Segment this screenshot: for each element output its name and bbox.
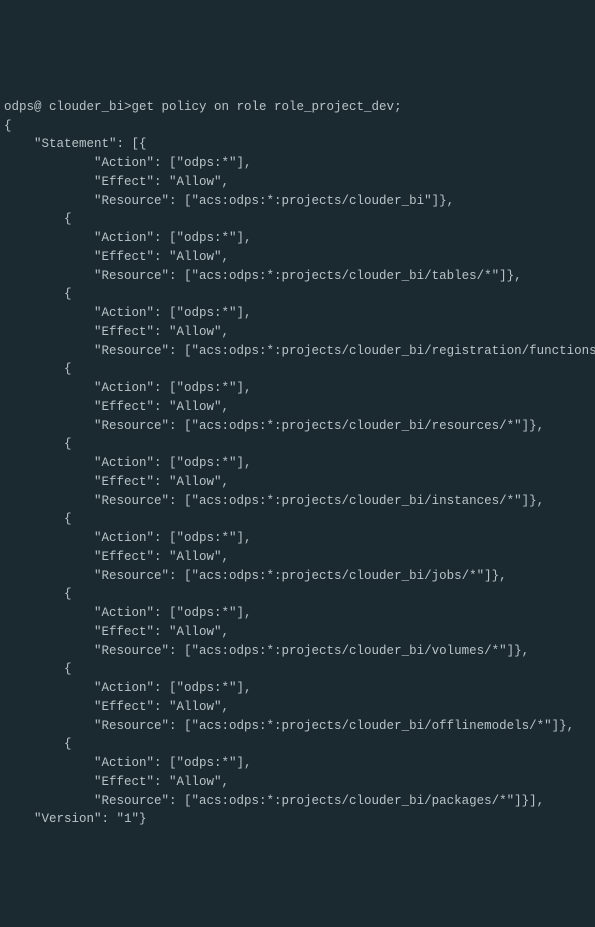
- stmt-2-open: {: [4, 287, 72, 301]
- stmt-7-effect: "Effect": "Allow",: [4, 700, 229, 714]
- stmt-7-open: {: [4, 662, 72, 676]
- prompt-line: odps@ clouder_bi>get policy on role role…: [4, 100, 402, 114]
- stmt-2-resource: "Resource": ["acs:odps:*:projects/cloude…: [4, 344, 595, 358]
- stmt-0-resource: "Resource": ["acs:odps:*:projects/cloude…: [4, 194, 454, 208]
- stmt-8-resource: "Resource": ["acs:odps:*:projects/cloude…: [4, 794, 544, 808]
- stmt-1-effect: "Effect": "Allow",: [4, 250, 229, 264]
- stmt-8-action: "Action": ["odps:*"],: [4, 756, 252, 770]
- stmt-3-effect: "Effect": "Allow",: [4, 400, 229, 414]
- terminal-output: odps@ clouder_bi>get policy on role role…: [4, 79, 591, 829]
- stmt-1-action: "Action": ["odps:*"],: [4, 231, 252, 245]
- stmt-3-resource: "Resource": ["acs:odps:*:projects/cloude…: [4, 419, 544, 433]
- stmt-2-action: "Action": ["odps:*"],: [4, 306, 252, 320]
- stmt-8-open: {: [4, 737, 72, 751]
- stmt-5-open: {: [4, 512, 72, 526]
- stmt-4-resource: "Resource": ["acs:odps:*:projects/cloude…: [4, 494, 544, 508]
- stmt-7-action: "Action": ["odps:*"],: [4, 681, 252, 695]
- stmt-7-resource: "Resource": ["acs:odps:*:projects/cloude…: [4, 719, 574, 733]
- stmt-3-action: "Action": ["odps:*"],: [4, 381, 252, 395]
- stmt-6-resource: "Resource": ["acs:odps:*:projects/cloude…: [4, 644, 529, 658]
- stmt-6-action: "Action": ["odps:*"],: [4, 606, 252, 620]
- statement-open: "Statement": [{: [4, 137, 147, 151]
- stmt-4-action: "Action": ["odps:*"],: [4, 456, 252, 470]
- stmt-2-effect: "Effect": "Allow",: [4, 325, 229, 339]
- version-line: "Version": "1"}: [4, 812, 147, 826]
- stmt-4-open: {: [4, 437, 72, 451]
- stmt-0-effect: "Effect": "Allow",: [4, 175, 229, 189]
- stmt-5-action: "Action": ["odps:*"],: [4, 531, 252, 545]
- stmt-1-resource: "Resource": ["acs:odps:*:projects/cloude…: [4, 269, 522, 283]
- json-open-brace: {: [4, 119, 12, 133]
- stmt-5-resource: "Resource": ["acs:odps:*:projects/cloude…: [4, 569, 507, 583]
- stmt-6-open: {: [4, 587, 72, 601]
- stmt-3-open: {: [4, 362, 72, 376]
- stmt-0-action: "Action": ["odps:*"],: [4, 156, 252, 170]
- stmt-8-effect: "Effect": "Allow",: [4, 775, 229, 789]
- stmt-4-effect: "Effect": "Allow",: [4, 475, 229, 489]
- stmt-1-open: {: [4, 212, 72, 226]
- stmt-6-effect: "Effect": "Allow",: [4, 625, 229, 639]
- stmt-5-effect: "Effect": "Allow",: [4, 550, 229, 564]
